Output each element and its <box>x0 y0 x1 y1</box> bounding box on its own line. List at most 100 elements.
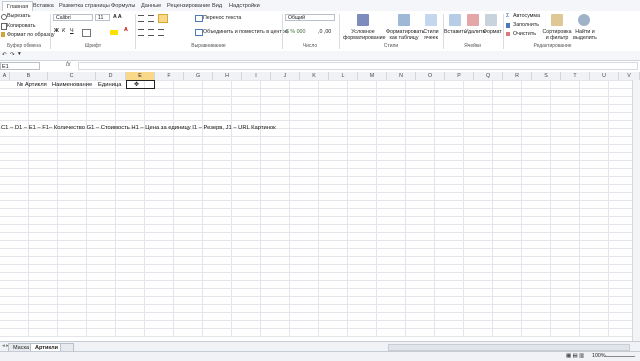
group-label-styles: Стили <box>383 43 399 49</box>
eraser-icon <box>506 32 510 36</box>
font-color-icon[interactable]: A <box>124 27 128 33</box>
font-size-select[interactable]: 11 <box>95 14 110 21</box>
tab-insert[interactable]: Вставка <box>33 1 54 11</box>
font-name-select[interactable]: Calibri <box>53 14 93 21</box>
bold-icon[interactable]: Ж <box>54 28 59 34</box>
sort-filter-icon <box>551 14 563 26</box>
vertical-scrollbar[interactable] <box>632 80 640 341</box>
format-as-table-button[interactable]: Форматировать как таблицу <box>386 29 424 41</box>
divider <box>339 14 340 49</box>
column-header-r[interactable]: R <box>503 72 532 80</box>
column-header-u[interactable]: U <box>590 72 619 80</box>
column-header-f[interactable]: F <box>155 72 184 80</box>
grow-font-icon[interactable]: A A <box>113 14 122 20</box>
copy-button[interactable]: Копировать <box>7 23 36 29</box>
decimal-icon[interactable]: ,0 ,00 <box>318 29 331 35</box>
format-painter-icon <box>1 32 5 37</box>
qat-dropdown-icon[interactable]: ▾ <box>18 51 21 57</box>
align-top-icon[interactable] <box>138 15 144 22</box>
underline-icon[interactable]: Ч <box>70 28 74 34</box>
ribbon: Вырезать Копировать Формат по образцу Бу… <box>0 11 640 52</box>
column-header-o[interactable]: O <box>416 72 445 80</box>
format-cells-icon <box>485 14 497 26</box>
wrap-text-icon <box>195 15 203 22</box>
wrap-text-button[interactable]: Перенос текста <box>203 15 241 21</box>
align-middle-icon[interactable] <box>148 15 154 22</box>
column-header-v[interactable]: V <box>619 72 640 80</box>
find-select-button[interactable]: Найти и выделить <box>572 29 598 41</box>
fill-icon <box>506 23 510 28</box>
column-header-c[interactable]: C <box>48 72 96 80</box>
column-header-b[interactable]: B <box>10 72 48 80</box>
column-header-i[interactable]: I <box>242 72 271 80</box>
borders-icon[interactable] <box>82 29 91 37</box>
divider <box>503 14 504 49</box>
merge-center-icon <box>195 29 203 36</box>
currency-icon[interactable]: $ % 000 <box>286 29 305 35</box>
fill-color-icon[interactable] <box>110 30 118 35</box>
column-header-d[interactable]: D <box>96 72 126 80</box>
fx-icon[interactable]: fx <box>66 62 71 68</box>
redo-icon[interactable]: ↷ <box>10 52 14 58</box>
autosum-button[interactable]: Автосумма <box>513 13 540 19</box>
group-label-clipboard: Буфер обмена <box>7 43 41 49</box>
formula-input[interactable] <box>78 62 638 70</box>
tab-addins[interactable]: Надстройки <box>229 1 260 11</box>
cell-c1[interactable]: Наименование <box>52 81 92 89</box>
italic-icon[interactable]: К <box>62 28 65 34</box>
group-label-editing: Редактирование <box>533 43 572 49</box>
column-header-m[interactable]: M <box>358 72 387 80</box>
conditional-format-button[interactable]: Условное форматирование <box>343 29 386 41</box>
align-right-icon[interactable] <box>158 29 164 36</box>
view-buttons-icon[interactable]: ▦ ▤ ▥ <box>566 353 584 359</box>
number-format-select[interactable]: Общий <box>285 14 335 21</box>
divider <box>50 14 51 49</box>
format-cells-button[interactable]: Формат <box>483 29 502 35</box>
column-header-g[interactable]: G <box>184 72 213 80</box>
column-header-l[interactable]: L <box>329 72 358 80</box>
column-header-j[interactable]: J <box>271 72 300 80</box>
column-header-s[interactable]: S <box>532 72 561 80</box>
zoom-slider[interactable] <box>605 356 635 357</box>
column-header-p[interactable]: P <box>445 72 474 80</box>
fill-button[interactable]: Заполнить <box>513 22 539 28</box>
insert-cells-button[interactable]: Вставить <box>444 29 466 35</box>
tab-data[interactable]: Данные <box>141 1 161 11</box>
format-as-table-icon <box>398 14 410 26</box>
tab-formulas[interactable]: Формулы <box>111 1 135 11</box>
autosum-icon: Σ <box>506 13 510 19</box>
undo-icon[interactable]: ↶ <box>2 52 6 58</box>
selected-cell-e1[interactable] <box>126 80 155 89</box>
format-painter-button[interactable]: Формат по образцу <box>7 32 55 38</box>
cut-button[interactable]: Вырезать <box>7 13 31 19</box>
worksheet-grid[interactable] <box>0 80 640 337</box>
group-label-number: Число <box>302 43 318 49</box>
align-bottom-icon[interactable] <box>158 14 168 23</box>
column-header-t[interactable]: T <box>561 72 590 80</box>
cell-d1[interactable]: Единица <box>98 81 121 89</box>
tab-view[interactable]: Вид <box>212 1 222 11</box>
name-box[interactable]: E1 <box>0 62 40 70</box>
align-center-icon[interactable] <box>148 29 154 36</box>
cell-styles-button[interactable]: Стили ячеек <box>422 29 440 41</box>
column-header-e[interactable]: E <box>126 72 155 80</box>
sort-filter-button[interactable]: Сортировка и фильтр <box>541 29 573 41</box>
tab-page-layout[interactable]: Разметка страницы <box>59 1 110 11</box>
insert-cells-icon <box>449 14 461 26</box>
clear-button[interactable]: Очистить <box>513 31 536 37</box>
column-header-n[interactable]: N <box>387 72 416 80</box>
column-header-h[interactable]: H <box>213 72 242 80</box>
zoom-level[interactable]: 100% <box>592 353 606 359</box>
group-label-font: Шрифт <box>84 43 102 49</box>
column-header-k[interactable]: K <box>300 72 329 80</box>
cell-a8-text[interactable]: C1 – D1 – E1 – F1– Количество G1 – Стоим… <box>1 124 276 132</box>
quick-access-toolbar: ↶ ↷ ▾ <box>0 51 640 61</box>
column-header-a[interactable]: A <box>0 72 10 80</box>
align-left-icon[interactable] <box>138 29 144 36</box>
horizontal-scrollbar[interactable] <box>388 344 630 351</box>
cell-styles-icon <box>425 14 437 26</box>
tab-review[interactable]: Рецензирование <box>167 1 210 11</box>
merge-center-button[interactable]: Объединить и поместить в центре <box>203 29 288 35</box>
cell-b1[interactable]: № Артикля <box>17 81 47 89</box>
column-header-q[interactable]: Q <box>474 72 503 80</box>
